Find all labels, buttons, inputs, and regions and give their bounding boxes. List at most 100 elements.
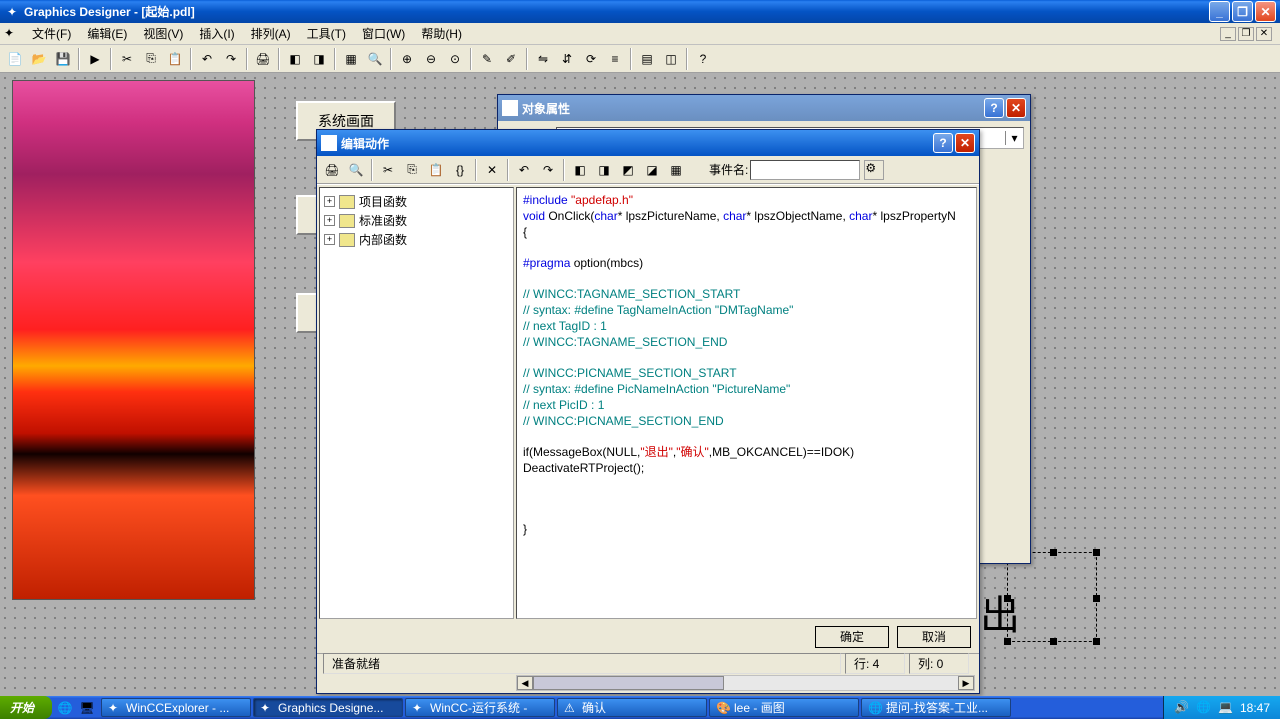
- mdi-close-button[interactable]: ✕: [1256, 27, 1272, 41]
- ql-ie-icon[interactable]: 🌐: [56, 699, 74, 717]
- menu-view[interactable]: 视图(V): [135, 23, 191, 44]
- prop-close-button[interactable]: ✕: [1006, 98, 1026, 118]
- grid-button[interactable]: ▦: [340, 48, 362, 70]
- print-button[interactable]: 🖨: [252, 48, 274, 70]
- system-tray[interactable]: 🔊 🌐 💻 18:47: [1163, 696, 1280, 719]
- menu-arrange[interactable]: 排列(A): [243, 23, 299, 44]
- selection-box[interactable]: [1007, 552, 1097, 642]
- compile-button[interactable]: ⚙: [864, 160, 884, 180]
- run-button[interactable]: ▶: [84, 48, 106, 70]
- tree-project-functions[interactable]: +项目函数: [324, 192, 509, 211]
- task-paint[interactable]: 🎨lee - 画图: [709, 698, 859, 717]
- undo-button[interactable]: ↶: [196, 48, 218, 70]
- event-name-input[interactable]: [750, 160, 860, 180]
- sel-handle-ne[interactable]: [1093, 549, 1100, 556]
- wand-button[interactable]: ✎: [476, 48, 498, 70]
- act-tag4-button[interactable]: ◪: [641, 159, 663, 181]
- task-browser[interactable]: 🌐提问-找答案-工业...: [861, 698, 1011, 717]
- mdi-restore-button[interactable]: ❐: [1238, 27, 1254, 41]
- menu-edit[interactable]: 编辑(E): [79, 23, 135, 44]
- menu-help[interactable]: 帮助(H): [413, 23, 470, 44]
- zoomout-button[interactable]: ⊖: [420, 48, 442, 70]
- sel-handle-s[interactable]: [1050, 638, 1057, 645]
- paste-button[interactable]: 📋: [164, 48, 186, 70]
- sel-handle-sw[interactable]: [1004, 638, 1011, 645]
- sunset-image[interactable]: [12, 80, 255, 600]
- menu-file[interactable]: 文件(F): [24, 23, 79, 44]
- sel-handle-n[interactable]: [1050, 549, 1057, 556]
- act-tag5-button[interactable]: ▦: [665, 159, 687, 181]
- cut-button[interactable]: ✂: [116, 48, 138, 70]
- task-confirm[interactable]: ⚠确认: [557, 698, 707, 717]
- zoomin-button[interactable]: ⊕: [396, 48, 418, 70]
- tray-icon-1[interactable]: 🔊: [1174, 700, 1190, 716]
- act-tag2-button[interactable]: ◨: [593, 159, 615, 181]
- task-wincc-runtime[interactable]: ✦WinCC-运行系统 -: [405, 698, 555, 717]
- act-redo-button[interactable]: ↷: [537, 159, 559, 181]
- save-button[interactable]: 💾: [52, 48, 74, 70]
- mdi-minimize-button[interactable]: _: [1220, 27, 1236, 41]
- act-copy-button[interactable]: ⎘: [401, 159, 423, 181]
- menu-window[interactable]: 窗口(W): [354, 23, 413, 44]
- copy-button[interactable]: ⎘: [140, 48, 162, 70]
- act-paste-button[interactable]: 📋: [425, 159, 447, 181]
- brush-button[interactable]: ✐: [500, 48, 522, 70]
- expand-icon[interactable]: +: [324, 196, 335, 207]
- act-undo-button[interactable]: ↶: [513, 159, 535, 181]
- new-button[interactable]: 📄: [4, 48, 26, 70]
- tree-internal-functions[interactable]: +内部函数: [324, 230, 509, 249]
- prop-help-button[interactable]: ?: [984, 98, 1004, 118]
- scroll-left-icon[interactable]: ◀: [517, 676, 533, 690]
- restore-button[interactable]: ❐: [1232, 1, 1253, 22]
- action-help-button[interactable]: ?: [933, 133, 953, 153]
- cancel-button[interactable]: 取消: [897, 626, 971, 648]
- sel-handle-w[interactable]: [1004, 595, 1011, 602]
- tree-standard-functions[interactable]: +标准函数: [324, 211, 509, 230]
- menu-tools[interactable]: 工具(T): [299, 23, 354, 44]
- scroll-thumb[interactable]: [533, 676, 724, 690]
- obj-button[interactable]: ◫: [660, 48, 682, 70]
- act-tag3-button[interactable]: ◩: [617, 159, 639, 181]
- act-tag1-button[interactable]: ◧: [569, 159, 591, 181]
- rotate-button[interactable]: ⟳: [580, 48, 602, 70]
- start-button[interactable]: 开始: [0, 696, 52, 719]
- fliph-button[interactable]: ⇋: [532, 48, 554, 70]
- flipv-button[interactable]: ⇵: [556, 48, 578, 70]
- code-hscroll[interactable]: ◀ ▶: [516, 675, 975, 691]
- task-wincc-explorer[interactable]: ✦WinCCExplorer - ...: [101, 698, 251, 717]
- action-close-button[interactable]: ✕: [955, 133, 975, 153]
- zoom-button[interactable]: 🔍: [364, 48, 386, 70]
- minimize-button[interactable]: _: [1209, 1, 1230, 22]
- act-print-button[interactable]: 🖨: [321, 159, 343, 181]
- code-editor[interactable]: #include "apdefap.h" void OnClick(char* …: [516, 187, 977, 619]
- expand-icon[interactable]: +: [324, 215, 335, 226]
- tool-a-button[interactable]: ◧: [284, 48, 306, 70]
- tray-icon-2[interactable]: 🌐: [1196, 700, 1212, 716]
- align-button[interactable]: ≡: [604, 48, 626, 70]
- clock[interactable]: 18:47: [1240, 701, 1270, 715]
- act-delete-button[interactable]: ✕: [481, 159, 503, 181]
- tray-icon-3[interactable]: 💻: [1218, 700, 1234, 716]
- prop-dlg-titlebar[interactable]: 对象属性 ? ✕: [498, 95, 1030, 121]
- sel-handle-se[interactable]: [1093, 638, 1100, 645]
- redo-button[interactable]: ↷: [220, 48, 242, 70]
- close-button[interactable]: ✕: [1255, 1, 1276, 22]
- act-preview-button[interactable]: 🔍: [345, 159, 367, 181]
- action-dlg-titlebar[interactable]: 编辑动作 ? ✕: [317, 130, 979, 156]
- function-tree[interactable]: +项目函数 +标准函数 +内部函数: [319, 187, 514, 619]
- tool-b-button[interactable]: ◨: [308, 48, 330, 70]
- act-cut-button[interactable]: ✂: [377, 159, 399, 181]
- layers-button[interactable]: ▤: [636, 48, 658, 70]
- sel-handle-e[interactable]: [1093, 595, 1100, 602]
- ok-button[interactable]: 确定: [815, 626, 889, 648]
- menu-insert[interactable]: 插入(I): [191, 23, 242, 44]
- open-button[interactable]: 📂: [28, 48, 50, 70]
- action-body: +项目函数 +标准函数 +内部函数 #include "apdefap.h" v…: [317, 184, 979, 621]
- ql-desktop-icon[interactable]: 🖥: [78, 699, 96, 717]
- expand-icon[interactable]: +: [324, 234, 335, 245]
- act-brackets-button[interactable]: {}: [449, 159, 471, 181]
- task-graphics-designer[interactable]: ✦Graphics Designe...: [253, 698, 403, 717]
- help-button[interactable]: ?: [692, 48, 714, 70]
- scroll-right-icon[interactable]: ▶: [958, 676, 974, 690]
- zoomfit-button[interactable]: ⊙: [444, 48, 466, 70]
